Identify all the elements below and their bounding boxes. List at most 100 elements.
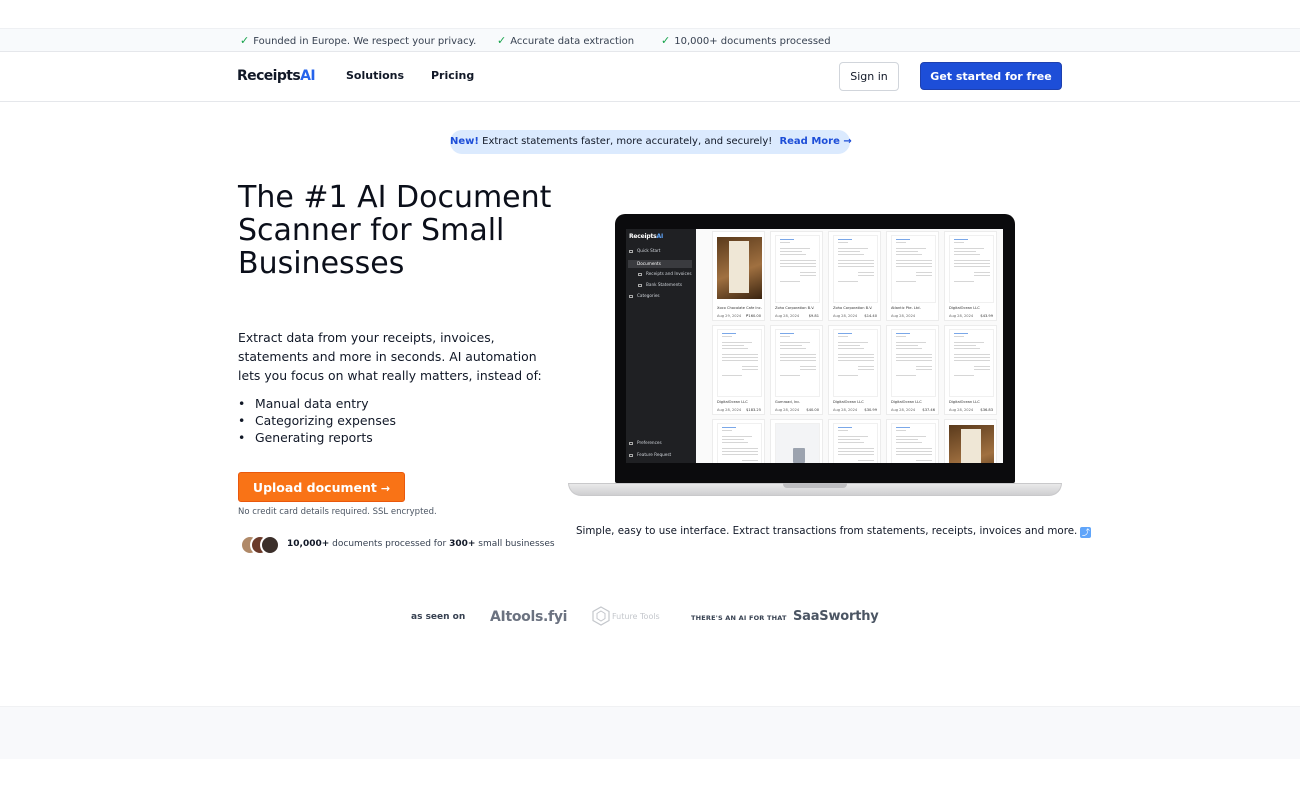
document-card[interactable]: Atlantic Pte. Ltd. Aug 28, 2024 [886, 231, 939, 321]
thumbnail-line [838, 336, 848, 337]
thumbnail-line [838, 281, 858, 282]
thumbnail-line [838, 239, 852, 240]
trust-item-text: Founded in Europe. We respect your priva… [253, 36, 477, 47]
laptop-notch [783, 483, 847, 488]
taaft-logo[interactable]: THERE'S AN AI FOR THAT [691, 614, 787, 622]
document-thumbnail [833, 423, 878, 463]
document-amount: $183.25 [746, 408, 761, 412]
nav-link-solutions[interactable]: Solutions [346, 69, 404, 82]
document-amount: $9.81 [808, 314, 819, 318]
thumbnail-line [858, 369, 874, 370]
document-card[interactable]: DigitalOcean LLC Aug 28, 2024 $30.99 [828, 325, 881, 415]
navbar: ReceiptsAI Solutions Pricing Sign in Get… [0, 52, 1300, 102]
document-date: Aug 28, 2024 [717, 408, 742, 412]
customer-avatars [240, 535, 282, 555]
document-card[interactable] [944, 419, 997, 463]
upload-document-button[interactable]: Upload document → [238, 472, 405, 502]
sidebar-item[interactable]: Quick Start [629, 248, 660, 253]
as-seen-on-label: as seen on [411, 612, 466, 622]
sidebar-item[interactable]: Categories [629, 293, 660, 298]
document-card[interactable] [828, 419, 881, 463]
caption-text: Simple, easy to use interface. Extract t… [576, 525, 1078, 537]
nav-link-pricing[interactable]: Pricing [431, 69, 474, 82]
thumbnail-line [780, 248, 810, 249]
document-card[interactable]: DigitalOcean LLC Aug 28, 2024 $36.83 [944, 325, 997, 415]
thumbnail-line [800, 366, 816, 367]
logo-text: Receipts [237, 68, 301, 84]
thumbnail-line [780, 242, 790, 243]
aitools-logo[interactable]: AItools.fyi [490, 609, 567, 625]
document-card[interactable]: Xoco Chocolate Cafe Inc. Aug 29, 2024 ₱160… [712, 231, 765, 321]
sidebar-item-label: Categories [637, 293, 660, 298]
thumbnail-line [838, 254, 864, 255]
document-date: Aug 28, 2024 [891, 408, 916, 412]
thumbnail-line [974, 275, 990, 276]
document-card[interactable]: DigitalOcean LLC Aug 28, 2024 $43.99 [944, 231, 997, 321]
sidebar-item[interactable]: Preferences [629, 440, 662, 445]
thumbnail-line [916, 366, 932, 367]
thumbnail-line [780, 263, 816, 264]
thumbnail-line [838, 266, 874, 267]
thumbnail-line [838, 242, 848, 243]
thumbnail-line [780, 239, 794, 240]
get-started-button[interactable]: Get started for free [920, 62, 1062, 90]
document-name: DigitalOcean LLC [949, 306, 980, 310]
check-icon: ✓ [240, 34, 250, 47]
thumbnail-line [838, 439, 860, 440]
document-card[interactable]: Gumroad, Inc. Aug 28, 2024 $40.00 [770, 325, 823, 415]
hero-description: Extract data from your receipts, invoice… [238, 330, 542, 383]
document-amount: $30.99 [864, 408, 877, 412]
thumbnail-line [780, 281, 800, 282]
thumbnail-line [780, 254, 806, 255]
thumbnail-line [722, 375, 742, 376]
hexagon-icon [592, 606, 610, 626]
thumbnail-line [800, 369, 816, 370]
thumbnail-line [896, 336, 906, 337]
sidebar-item[interactable]: Feature Request [629, 452, 671, 457]
document-thumbnail [833, 329, 878, 397]
document-card[interactable]: Zoho Corporation B.V. Aug 28, 2024 $9.81 [770, 231, 823, 321]
thumbnail-line [954, 342, 984, 343]
thumbnail-line [722, 442, 748, 443]
announcement-banner[interactable]: New! Extract statements faster, more acc… [450, 130, 852, 154]
receipt-icon [638, 272, 642, 276]
document-card[interactable] [770, 419, 823, 463]
document-thumbnail [891, 423, 936, 463]
document-name: DigitalOcean LLC [833, 400, 864, 404]
future-tools-logo[interactable]: Future Tools [592, 606, 660, 626]
thumbnail-line [722, 342, 752, 343]
document-card[interactable] [712, 419, 765, 463]
sidebar-item[interactable]: Bank Statements [638, 282, 682, 287]
document-card[interactable]: DigitalOcean LLC Aug 28, 2024 $37.46 [886, 325, 939, 415]
document-thumbnail [949, 329, 994, 397]
thumbnail-line [954, 248, 984, 249]
announcement-badge: New! [450, 136, 479, 147]
thumbnail-line [780, 336, 790, 337]
thumbnail-line [954, 242, 964, 243]
thumbnail-line [780, 345, 802, 346]
document-thumbnail [891, 235, 936, 303]
app-screenshot: ReceiptsAI Quick Start Documents Receipts … [626, 229, 1003, 463]
sidebar-item[interactable]: Documents [628, 260, 692, 268]
document-name: Atlantic Pte. Ltd. [891, 306, 921, 310]
thumbnail-line [954, 266, 990, 267]
documents-count: 10,000+ [287, 539, 330, 549]
document-date: Aug 28, 2024 [949, 408, 974, 412]
tag-icon [629, 294, 633, 298]
document-card[interactable] [886, 419, 939, 463]
document-card[interactable]: Zoho Corporation B.V. Aug 28, 2024 $14.40 [828, 231, 881, 321]
sidebar-item[interactable]: Receipts and Invoices [638, 271, 692, 276]
logo[interactable]: ReceiptsAI [237, 68, 316, 84]
saasworthy-logo[interactable]: SaaSworthy [793, 609, 879, 624]
document-thumbnail [833, 235, 878, 303]
thumbnail-line [896, 263, 932, 264]
document-card[interactable]: DigitalOcean LLC Aug 28, 2024 $183.25 [712, 325, 765, 415]
thumbnail-line [838, 442, 864, 443]
trust-item: ✓ Founded in Europe. We respect your priv… [240, 34, 476, 47]
thumbnail-line [896, 254, 922, 255]
read-more-link[interactable]: Read More → [779, 136, 851, 147]
document-name: DigitalOcean LLC [717, 400, 748, 404]
sign-in-button[interactable]: Sign in [839, 62, 899, 91]
thumbnail-line [896, 266, 932, 267]
thumbnail-line [896, 239, 910, 240]
